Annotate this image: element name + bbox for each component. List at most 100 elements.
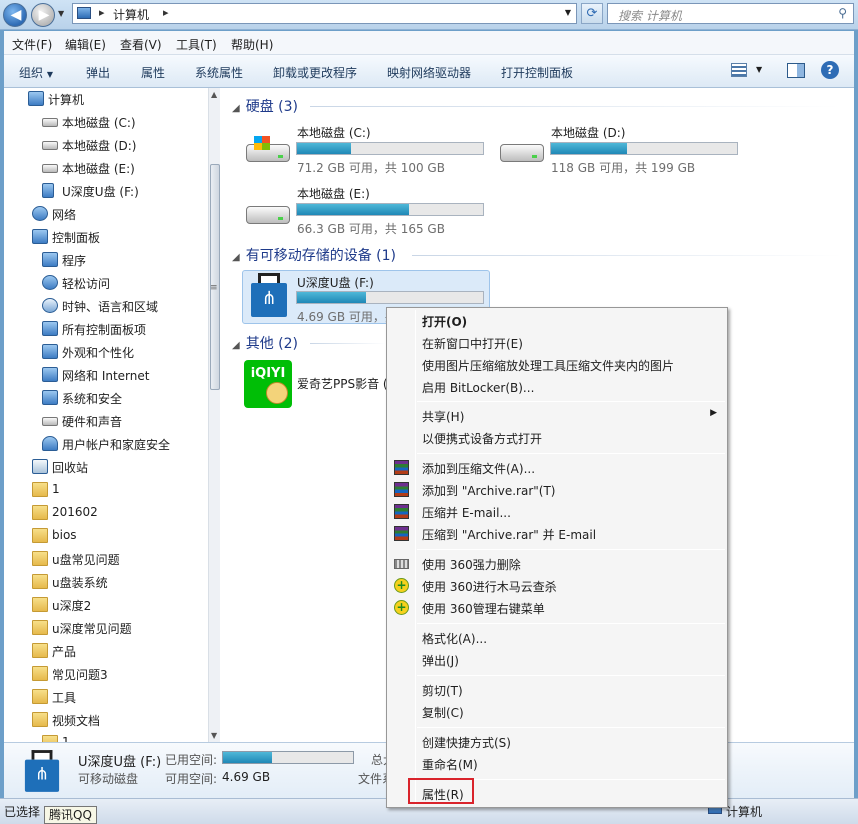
scroll-down-icon[interactable]: ▼ [211,731,217,740]
search-input[interactable]: 搜索 计算机 ⚲ [607,3,854,24]
menu-item-add-to-archive[interactable]: 添加到压缩文件(A)... [422,460,535,477]
folder-icon [32,528,48,543]
address-bar[interactable]: ▸ 计算机 ▸ ▼ [72,3,577,24]
usb-drive-icon: ⋔ [249,273,289,317]
splitter-grip-icon[interactable]: ≡ [210,283,218,293]
eject-button[interactable]: 弹出 [86,64,110,81]
menu-item-compress-images[interactable]: 使用图片压缩缩放处理工具压缩文件夹内的图片 [422,357,674,374]
used-space-label: 已用空间: [165,753,218,767]
menu-item-360-force-delete[interactable]: 使用 360强力删除 [422,556,521,573]
drive-size: 4.69 GB 可用，共 [297,310,397,324]
menu-item-eject[interactable]: 弹出(J) [422,652,459,669]
collapse-arrow-icon[interactable]: ◢ [232,103,240,114]
drive-size: 118 GB 可用，共 199 GB [551,161,696,175]
back-button[interactable]: ◀ [3,3,27,27]
view-dropdown-icon[interactable]: ▼ [756,65,762,74]
details-name: U深度U盘 (F:) [78,755,162,770]
status-location: 计算机 [726,805,763,819]
menu-item-360-manage[interactable]: 使用 360管理右键菜单 [422,600,545,617]
drive-size: 66.3 GB 可用，共 165 GB [297,222,445,236]
network-icon [32,206,48,221]
open-control-panel-button[interactable]: 打开控制面板 [501,64,573,81]
menu-gutter [415,310,416,805]
menu-item-rename[interactable]: 重命名(M) [422,756,478,773]
scroll-up-icon[interactable]: ▲ [211,90,217,99]
menu-item-copy[interactable]: 复制(C) [422,704,464,721]
nav-label: 控制面板 [52,231,101,245]
menu-item-open-new-window[interactable]: 在新窗口中打开(E) [422,335,523,352]
program-name: 爱奇艺PPS影音 ( [297,377,388,391]
menu-edit[interactable]: 编辑(E) [65,36,106,53]
menu-item-bitlocker[interactable]: 启用 BitLocker(B)... [422,379,534,396]
nav-label: 工具 [52,691,77,705]
forward-button[interactable]: ▶ [31,3,55,27]
menu-item-format[interactable]: 格式化(A)... [422,630,487,647]
submenu-arrow-icon: ▶ [710,408,717,418]
menu-item-open-portable[interactable]: 以便携式设备方式打开 [422,430,542,447]
control-panel-icon [32,229,48,244]
nav-label: 计算机 [48,93,85,107]
group-removable[interactable]: ◢ 有可移动存储的设备 (1) [232,245,396,265]
menu-help[interactable]: 帮助(H) [231,36,273,53]
breadcrumb-chevron-icon[interactable]: ▸ [163,6,169,19]
usage-fill [297,292,366,303]
folder-icon [32,574,48,589]
ease-of-access-icon [42,275,58,290]
menu-view[interactable]: 查看(V) [120,36,162,53]
menu-item-cut[interactable]: 剪切(T) [422,682,463,699]
nav-label: 系统和安全 [62,392,123,406]
menu-item-compress-rar-email[interactable]: 压缩到 "Archive.rar" 并 E-mail [422,526,596,543]
nav-label: U深度U盘 (F:) [62,185,139,199]
nav-label: 网络和 Internet [62,369,150,383]
drive-usage-bar [296,203,484,216]
free-space-label: 可用空间: [165,772,218,786]
nav-label: 本地磁盘 (C:) [62,116,136,130]
help-icon[interactable]: ? [821,61,839,79]
windows-logo-icon [254,136,270,150]
menu-item-360-scan[interactable]: 使用 360进行木马云查杀 [422,578,557,595]
menu-item-add-to-archive-rar[interactable]: 添加到 "Archive.rar"(T) [422,482,555,499]
menu-file[interactable]: 文件(F) [12,36,52,53]
nav-label: bios [52,528,77,542]
refresh-button[interactable]: ⟳ [581,3,603,24]
nav-scrollbar[interactable]: ▲ ≡ ▼ [208,88,220,742]
menu-separator [417,453,725,454]
nav-label: 本地磁盘 (D:) [62,139,137,153]
menu-tools[interactable]: 工具(T) [176,36,217,53]
breadcrumb-computer[interactable]: 计算机 [113,6,149,23]
uninstall-program-button[interactable]: 卸载或更改程序 [273,64,357,81]
shredder-icon [394,559,409,569]
map-network-drive-button[interactable]: 映射网络驱动器 [387,64,471,81]
properties-button[interactable]: 属性 [141,64,165,81]
collapse-arrow-icon[interactable]: ◢ [232,252,240,263]
recent-pages-dropdown-icon[interactable]: ▼ [58,9,64,18]
address-dropdown-icon[interactable]: ▼ [565,8,571,17]
system-properties-button[interactable]: 系统属性 [195,64,243,81]
group-hard-disks[interactable]: ◢ 硬盘 (3) [232,96,298,116]
change-view-icon[interactable] [731,63,747,77]
menu-item-share[interactable]: 共享(H) [422,408,464,425]
hard-drive-icon [42,118,58,127]
nav-label: 硬件和声音 [62,415,123,429]
nav-label: 时钟、语言和区域 [62,300,159,314]
back-arrow-icon: ◀ [10,7,22,23]
clock-icon [42,298,58,313]
details-usage-bar [222,751,354,764]
organize-button[interactable]: 组织 ▼ [19,64,53,81]
scrollbar-thumb[interactable] [210,164,220,390]
collapse-arrow-icon[interactable]: ◢ [232,340,240,351]
menu-item-compress-email[interactable]: 压缩并 E-mail... [422,504,511,521]
breadcrumb-separator-icon[interactable]: ▸ [99,6,105,19]
search-icon[interactable]: ⚲ [838,6,847,20]
nav-label: 所有控制面板项 [62,323,147,337]
preview-pane-icon[interactable] [787,63,805,78]
control-panel-items-icon [42,321,58,336]
group-other[interactable]: ◢ 其他 (2) [232,333,298,353]
menu-item-create-shortcut[interactable]: 创建快捷方式(S) [422,734,511,751]
computer-icon [77,7,91,19]
nav-label: 产品 [52,645,77,659]
iqiyi-logo-icon: iQIYI [244,360,292,408]
printer-icon [42,417,58,426]
menu-item-open[interactable]: 打开(O) [422,313,467,330]
folder-icon [32,505,48,520]
